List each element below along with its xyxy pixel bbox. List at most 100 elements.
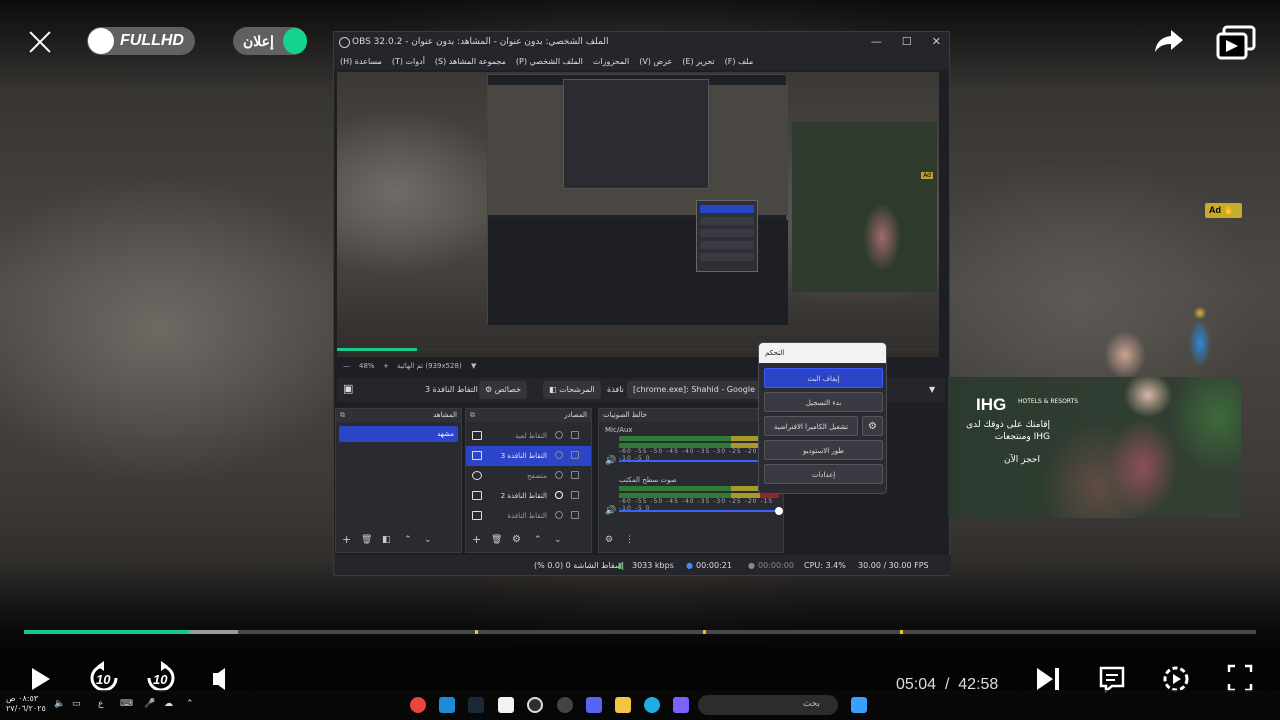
source-item[interactable]: التقاط النافذة <box>466 506 591 526</box>
zoom-dropdown-icon[interactable]: ▼ <box>471 362 476 370</box>
add-scene-icon[interactable]: + <box>342 533 351 546</box>
virtual-camera-settings-icon[interactable]: ⚙ <box>862 416 883 436</box>
menu-profile[interactable]: الملف الشخصي (P) <box>516 57 583 66</box>
mixer-title: خالط الصوتيات <box>603 411 648 419</box>
edge-icon[interactable] <box>644 697 660 713</box>
obs-title-bar[interactable]: OBS 32.0.2 - الملف الشخصي: بدون عنوان - … <box>334 32 949 54</box>
taskbar-search[interactable]: بحث <box>698 695 838 715</box>
move-up-icon[interactable]: ⌃ <box>534 535 542 545</box>
obs-preview[interactable]: Ad <box>337 72 939 357</box>
parrot-figure <box>1180 303 1220 383</box>
ad-toggle[interactable]: إعلان <box>233 27 307 55</box>
properties-button[interactable]: ⚙ خصائص <box>479 381 528 399</box>
settings-button[interactable]: إعدادات <box>764 464 883 484</box>
share-icon[interactable] <box>1154 28 1184 54</box>
lock-icon[interactable] <box>571 491 579 499</box>
source-item[interactable]: التقاط لعبة <box>466 426 591 446</box>
video-progress-bar[interactable] <box>24 630 1256 634</box>
mic-tray-icon[interactable]: 🎤 <box>144 699 155 709</box>
language-indicator[interactable]: ع <box>98 699 103 709</box>
volume-meter <box>619 486 779 491</box>
captured-ad: Ad <box>792 122 937 292</box>
move-down-icon[interactable]: ⌄ <box>554 535 562 545</box>
minimize-icon[interactable]: — <box>871 35 882 48</box>
copilot-icon[interactable] <box>673 697 689 713</box>
speaker-tray-icon[interactable]: 🔈 <box>54 699 65 709</box>
visibility-icon[interactable] <box>555 431 563 439</box>
zoom-out-icon[interactable]: — <box>343 362 350 370</box>
obs-window[interactable]: OBS 32.0.2 - الملف الشخصي: بدون عنوان - … <box>333 31 951 576</box>
menu-view[interactable]: عرض (V) <box>639 57 672 66</box>
virtual-camera-button[interactable]: تشغيل الكاميرا الافتراضية <box>764 416 858 436</box>
volume-slider[interactable] <box>619 510 779 512</box>
remove-source-icon[interactable]: 🗑 <box>491 535 502 545</box>
sponsored-ad[interactable]: IHG HOTELS & RESORTS إقامتك على ذوقك لدى… <box>948 377 1241 518</box>
cast-icon[interactable] <box>1216 24 1256 62</box>
lock-icon[interactable] <box>571 451 579 459</box>
tray-expand-icon[interactable]: ⌃ <box>186 699 194 709</box>
visibility-icon[interactable] <box>555 511 563 519</box>
ad-badge[interactable]: Ad ✋ <box>1205 203 1242 218</box>
keyboard-tray-icon[interactable]: ⌨ <box>120 699 133 709</box>
source-item[interactable]: التقاط النافذة 3 <box>466 446 591 466</box>
move-up-icon[interactable]: ⌃ <box>404 535 412 545</box>
source-settings-icon[interactable]: ⚙ <box>512 534 521 545</box>
fullhd-toggle[interactable]: FULLHD <box>87 27 195 55</box>
remove-scene-icon[interactable]: 🗑 <box>361 535 372 545</box>
lock-icon[interactable] <box>571 431 579 439</box>
visibility-icon[interactable] <box>555 491 563 499</box>
add-source-icon[interactable]: + <box>472 533 481 546</box>
windows-start-icon[interactable] <box>851 697 867 713</box>
source-item[interactable]: التقاط النافذة 2 <box>466 486 591 506</box>
menu-file[interactable]: ملف (F) <box>725 57 754 66</box>
maximize-icon[interactable]: ☐ <box>902 35 912 48</box>
store-icon[interactable] <box>498 697 514 713</box>
steam-icon[interactable] <box>468 697 484 713</box>
window-select-chevron-icon[interactable]: ▼ <box>929 385 935 394</box>
lock-icon[interactable] <box>571 471 579 479</box>
bitrate: 3033 kbps <box>632 561 674 570</box>
app-icon[interactable] <box>439 697 455 713</box>
ad-brand: IHG <box>976 395 1007 414</box>
mixer-menu-icon[interactable]: ⋮ <box>625 535 634 545</box>
slider-handle[interactable] <box>775 507 783 515</box>
source-item[interactable]: متصفح <box>466 466 591 486</box>
ad-brand-sub: HOTELS & RESORTS <box>1018 398 1079 405</box>
lock-icon[interactable] <box>571 511 579 519</box>
volume-slider[interactable] <box>619 460 779 462</box>
start-recording-button[interactable]: بدء التسجيل <box>764 392 883 412</box>
mixer-settings-icon[interactable]: ⚙ <box>605 535 613 545</box>
popout-icon[interactable]: ⧉ <box>470 411 475 420</box>
settings-taskbar-icon[interactable] <box>557 697 573 713</box>
move-down-icon[interactable]: ⌄ <box>424 535 432 545</box>
chrome-icon[interactable] <box>410 697 426 713</box>
window-select[interactable]: [chrome.exe]: Shahid - Google Ch <box>627 381 767 399</box>
ad-cta[interactable]: احجز الآن <box>1004 455 1040 465</box>
obs-taskbar-icon[interactable] <box>527 697 543 713</box>
cloud-tray-icon[interactable]: ☁ <box>164 699 173 709</box>
menu-docks[interactable]: المحزوزات <box>593 57 629 66</box>
stop-stream-button[interactable]: إيقاف البث <box>764 368 883 388</box>
system-clock[interactable]: ٠٨:٥٣ ص ٢٧/٠٦/٢٠٢٥ <box>6 694 46 714</box>
menu-tools[interactable]: أدوات (T) <box>392 57 425 66</box>
scene-filters-icon[interactable]: ◧ <box>382 535 391 545</box>
zoom-in-icon[interactable]: + <box>383 362 389 370</box>
discord-icon[interactable] <box>586 697 602 713</box>
fullhd-label: FULLHD <box>120 32 184 49</box>
menu-help[interactable]: مساعدة (H) <box>340 57 382 66</box>
filters-button[interactable]: ◧ المرشحات <box>543 381 601 399</box>
file-explorer-icon[interactable] <box>615 697 631 713</box>
menu-edit[interactable]: تحرير (E) <box>682 57 714 66</box>
monitor-tray-icon[interactable]: ▭ <box>72 699 81 709</box>
scene-item[interactable]: مشهد <box>339 426 458 442</box>
speaker-icon[interactable]: 🔊 <box>605 506 616 516</box>
visibility-icon[interactable] <box>555 451 563 459</box>
popout-icon[interactable]: ⧉ <box>340 411 345 420</box>
controls-title: التحكم <box>759 343 886 363</box>
close-icon[interactable] <box>24 26 56 58</box>
speaker-icon[interactable]: 🔊 <box>605 456 616 466</box>
visibility-icon[interactable] <box>555 471 563 479</box>
studio-mode-button[interactable]: طور الاستوديو <box>764 440 883 460</box>
menu-scene-collection[interactable]: مجموعة المشاهد (S) <box>435 57 506 66</box>
close-window-icon[interactable]: ✕ <box>932 35 941 48</box>
